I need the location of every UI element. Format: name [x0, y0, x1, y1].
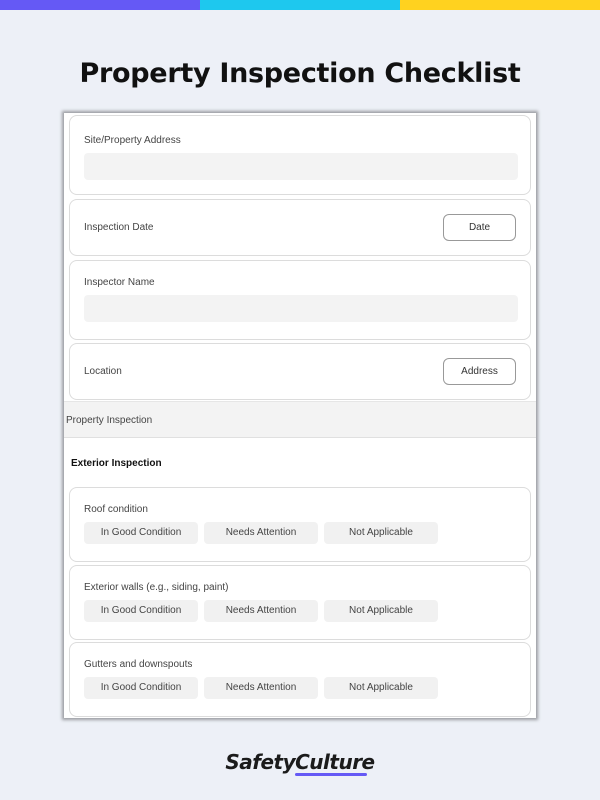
stripe-yellow: [400, 0, 600, 10]
inspection-date-label: Inspection Date: [84, 222, 154, 233]
response-options: In Good Condition Needs Attention Not Ap…: [84, 677, 438, 699]
question-label: Exterior walls (e.g., siding, paint): [84, 582, 229, 593]
date-button[interactable]: Date: [443, 214, 516, 241]
page-title: Property Inspection Checklist: [79, 58, 521, 89]
stripe-cyan: [200, 0, 400, 10]
brand-underline: [295, 773, 367, 776]
question-label: Gutters and downspouts: [84, 659, 193, 670]
response-options: In Good Condition Needs Attention Not Ap…: [84, 600, 438, 622]
inspection-form-panel: Site/Property Address Inspection Date Da…: [64, 113, 536, 718]
inspector-name-label: Inspector Name: [84, 277, 155, 288]
option-needs-attention[interactable]: Needs Attention: [204, 600, 318, 622]
question-card: Roof condition In Good Condition Needs A…: [69, 487, 531, 562]
brand-logo: SafetyCulture: [225, 750, 375, 774]
question-card: Exterior walls (e.g., siding, paint) In …: [69, 565, 531, 640]
option-not-applicable[interactable]: Not Applicable: [324, 522, 438, 544]
location-card: Location Address: [69, 343, 531, 400]
top-color-stripe: [0, 0, 600, 10]
option-needs-attention[interactable]: Needs Attention: [204, 522, 318, 544]
option-not-applicable[interactable]: Not Applicable: [324, 677, 438, 699]
inspector-name-card: Inspector Name: [69, 260, 531, 340]
inspector-name-input[interactable]: [84, 295, 518, 322]
option-not-applicable[interactable]: Not Applicable: [324, 600, 438, 622]
question-label: Roof condition: [84, 504, 148, 515]
address-card: Site/Property Address: [69, 115, 531, 195]
address-label: Site/Property Address: [84, 135, 181, 146]
option-good-condition[interactable]: In Good Condition: [84, 677, 198, 699]
address-input[interactable]: [84, 153, 518, 180]
location-label: Location: [84, 366, 122, 377]
question-card: Gutters and downspouts In Good Condition…: [69, 642, 531, 717]
address-button[interactable]: Address: [443, 358, 516, 385]
option-good-condition[interactable]: In Good Condition: [84, 522, 198, 544]
option-needs-attention[interactable]: Needs Attention: [204, 677, 318, 699]
option-good-condition[interactable]: In Good Condition: [84, 600, 198, 622]
exterior-inspection-heading: Exterior Inspection: [71, 458, 162, 469]
response-options: In Good Condition Needs Attention Not Ap…: [84, 522, 438, 544]
section-header: Property Inspection: [64, 401, 536, 438]
inspection-date-card: Inspection Date Date: [69, 199, 531, 256]
stripe-purple: [0, 0, 200, 10]
